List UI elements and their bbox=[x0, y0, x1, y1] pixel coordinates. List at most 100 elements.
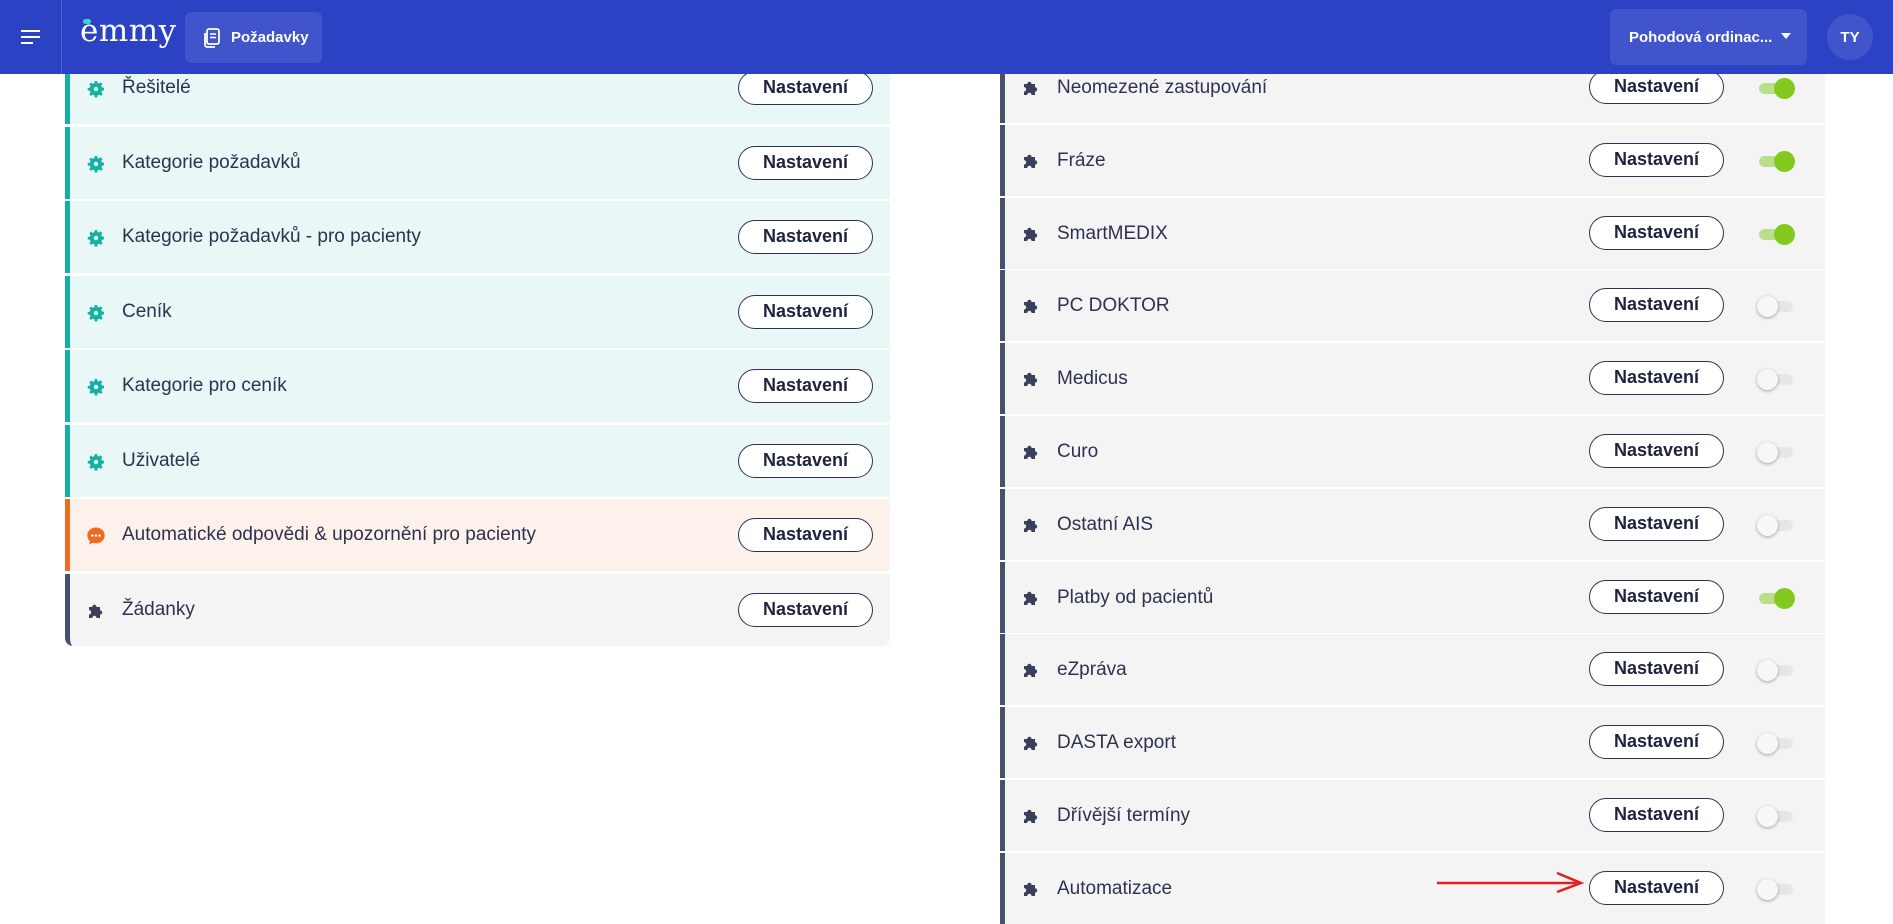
settings-button[interactable]: Nastavení bbox=[738, 443, 873, 478]
module-toggle[interactable] bbox=[1757, 587, 1795, 609]
top-app-bar: emmy Požadavky Pohodová ordinac... TY bbox=[0, 0, 1893, 74]
settings-button[interactable]: Nastavení bbox=[738, 145, 873, 180]
gear-icon bbox=[86, 303, 106, 323]
module-row-label: Curo bbox=[1057, 441, 1099, 462]
settings-button[interactable]: Nastavení bbox=[738, 71, 873, 105]
puzzle-icon bbox=[1021, 151, 1041, 171]
emmy-logo[interactable]: emmy bbox=[80, 13, 177, 49]
settings-button[interactable]: Nastavení bbox=[738, 518, 873, 552]
puzzle-icon bbox=[1021, 879, 1041, 899]
toggle-knob bbox=[1757, 442, 1778, 463]
module-row: Medicus Nastavení bbox=[1000, 343, 1825, 417]
module-row-label: DASTA export bbox=[1057, 732, 1176, 754]
settings-button[interactable]: Nastavení bbox=[738, 369, 873, 403]
module-row-label: Medicus bbox=[1057, 368, 1128, 390]
module-toggle[interactable] bbox=[1757, 295, 1795, 318]
module-settings-button[interactable]: Nastavení bbox=[1589, 579, 1724, 614]
requests-nav-button[interactable]: Požadavky bbox=[185, 12, 322, 63]
toggle-knob bbox=[1774, 150, 1795, 172]
hamburger-menu-button[interactable] bbox=[0, 0, 62, 74]
settings-button[interactable]: Nastavení bbox=[738, 592, 873, 627]
toggle-knob bbox=[1757, 733, 1778, 755]
settings-row-label: Kategorie pro ceník bbox=[122, 375, 287, 396]
module-toggle[interactable] bbox=[1757, 878, 1795, 900]
module-row: Ostatní AIS Nastavení bbox=[1000, 488, 1825, 562]
toggle-knob bbox=[1757, 660, 1778, 682]
puzzle-icon bbox=[1021, 660, 1041, 680]
settings-button[interactable]: Nastavení bbox=[738, 294, 873, 329]
settings-row-label: Uživatelé bbox=[122, 449, 201, 471]
module-settings-button[interactable]: Nastavení bbox=[1589, 215, 1724, 250]
module-settings-button[interactable]: Nastavení bbox=[1589, 652, 1724, 687]
settings-row: Kategorie požadavků Nastavení bbox=[65, 126, 890, 199]
module-settings-button[interactable]: Nastavení bbox=[1589, 506, 1724, 541]
module-row-label: Platby od pacientů bbox=[1057, 586, 1214, 608]
toggle-knob bbox=[1774, 587, 1795, 609]
logo-accent-icon bbox=[83, 19, 91, 24]
module-row-label: Fráze bbox=[1057, 149, 1106, 171]
gear-icon bbox=[86, 452, 106, 472]
toggle-knob bbox=[1757, 514, 1778, 536]
module-row: Fráze Nastavení bbox=[1000, 124, 1825, 198]
module-toggle[interactable] bbox=[1757, 441, 1795, 463]
module-settings-button[interactable]: Nastavení bbox=[1589, 434, 1724, 468]
puzzle-icon bbox=[1021, 78, 1041, 98]
module-row-label: eZpráva bbox=[1057, 659, 1127, 681]
settings-row: Automatické odpovědi & upozornění pro pa… bbox=[65, 499, 890, 571]
module-toggle[interactable] bbox=[1757, 732, 1795, 755]
puzzle-icon bbox=[1021, 733, 1041, 753]
user-avatar[interactable]: TY bbox=[1827, 14, 1873, 60]
settings-row-label: Ceník bbox=[122, 300, 172, 322]
puzzle-icon bbox=[1021, 588, 1041, 608]
puzzle-icon bbox=[1021, 806, 1041, 826]
puzzle-icon bbox=[1021, 369, 1041, 389]
documents-icon bbox=[204, 27, 220, 48]
gear-icon bbox=[86, 79, 106, 99]
toggle-knob bbox=[1774, 78, 1795, 99]
module-row: Platby od pacientů Nastavení bbox=[1000, 561, 1825, 635]
module-row: Dřívější termíny Nastavení bbox=[1000, 780, 1825, 853]
toggle-knob bbox=[1757, 369, 1778, 391]
module-settings-button[interactable]: Nastavení bbox=[1589, 142, 1724, 177]
module-toggle[interactable] bbox=[1757, 368, 1795, 391]
module-settings-button[interactable]: Nastavení bbox=[1589, 870, 1724, 905]
requests-nav-label: Požadavky bbox=[231, 29, 309, 46]
gear-icon bbox=[86, 154, 106, 174]
module-row: Automatizace Nastavení bbox=[1000, 852, 1825, 924]
puzzle-icon bbox=[1021, 296, 1041, 316]
module-row: DASTA export Nastavení bbox=[1000, 707, 1825, 781]
menu-icon bbox=[20, 30, 40, 44]
settings-row: Uživatelé Nastavení bbox=[65, 424, 890, 497]
module-settings-button[interactable]: Nastavení bbox=[1589, 725, 1724, 760]
module-settings-button[interactable]: Nastavení bbox=[1589, 798, 1724, 832]
module-toggle[interactable] bbox=[1757, 223, 1795, 245]
settings-row-label: Automatické odpovědi & upozornění pro pa… bbox=[122, 524, 537, 545]
puzzle-icon bbox=[1021, 515, 1041, 535]
organization-select[interactable]: Pohodová ordinac... bbox=[1610, 9, 1807, 65]
module-row-label: Automatizace bbox=[1057, 877, 1173, 899]
module-toggle[interactable] bbox=[1757, 659, 1795, 682]
settings-row: Ceník Nastavení bbox=[65, 275, 890, 348]
toggle-knob bbox=[1757, 806, 1778, 827]
module-row: eZpráva Nastavení bbox=[1000, 634, 1825, 708]
module-toggle[interactable] bbox=[1757, 77, 1795, 99]
module-settings-button[interactable]: Nastavení bbox=[1589, 361, 1724, 396]
logo-text: emmy bbox=[80, 13, 177, 49]
module-row: Curo Nastavení bbox=[1000, 416, 1825, 489]
module-settings-button[interactable]: Nastavení bbox=[1589, 288, 1724, 323]
settings-row-label: Kategorie požadavků - pro pacienty bbox=[122, 226, 421, 247]
module-toggle[interactable] bbox=[1757, 805, 1795, 827]
module-toggle[interactable] bbox=[1757, 150, 1795, 172]
settings-row: Žádanky Nastavení bbox=[65, 573, 890, 646]
module-row-label: SmartMEDIX bbox=[1057, 222, 1168, 244]
settings-row: Kategorie požadavků - pro pacienty Nastav… bbox=[65, 201, 890, 273]
module-row-label: Dřívější termíny bbox=[1057, 805, 1191, 826]
module-settings-button[interactable]: Nastavení bbox=[1589, 70, 1724, 104]
module-row-label: PC DOKTOR bbox=[1057, 295, 1170, 317]
red-arrow-icon bbox=[1437, 871, 1585, 894]
puzzle-icon bbox=[86, 601, 106, 621]
module-row: SmartMEDIX Nastavení bbox=[1000, 197, 1825, 271]
settings-button[interactable]: Nastavení bbox=[738, 220, 873, 254]
settings-row-label: Žádanky bbox=[122, 598, 195, 620]
module-toggle[interactable] bbox=[1757, 514, 1795, 536]
